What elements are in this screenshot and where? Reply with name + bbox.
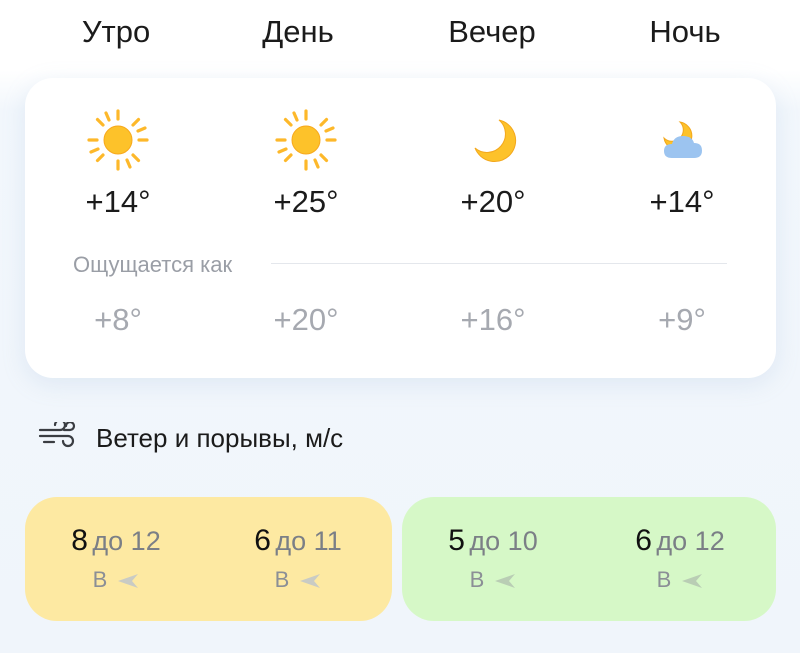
period-label-night: Ночь: [649, 14, 721, 49]
wind-cell-day: 6 до 11 В: [208, 497, 388, 621]
feels-like-label: Ощущается как: [73, 252, 233, 277]
temperature-value: +14°: [649, 184, 715, 219]
temperature-value: +25°: [273, 184, 339, 219]
sun-icon: [86, 108, 150, 172]
wind-icon: [38, 418, 78, 455]
temperature-card: +14° +8° +25° +20° +20° +16° +14° +9° Ощ…: [25, 78, 776, 378]
wind-gust: до 10: [469, 526, 538, 556]
sun-icon: [274, 108, 338, 172]
wind-direction: В: [92, 567, 108, 592]
wind-header: Ветер и порывы, м/с: [38, 418, 343, 458]
wind-direction: В: [656, 567, 672, 592]
moon-icon: [461, 108, 525, 172]
period-label-morning: Утро: [81, 14, 151, 49]
wind-card-calm: 5 до 10 В 6 до 12 В: [402, 497, 776, 621]
feels-like-value: +16°: [460, 302, 526, 337]
wind-cell-morning: 8 до 12 В: [26, 497, 206, 621]
period-header-row: Утро День Вечер Ночь: [0, 14, 800, 58]
wind-speed: 5: [448, 524, 465, 557]
wind-cell-evening: 5 до 10 В: [403, 497, 583, 621]
wind-speed: 8: [71, 524, 88, 557]
period-label-day: День: [262, 14, 334, 49]
wind-gust: до 11: [275, 526, 342, 556]
divider: [271, 263, 727, 264]
wind-gust: до 12: [656, 526, 725, 556]
wind-speed: 6: [254, 524, 271, 557]
period-column-night: +14° +9°: [612, 78, 752, 378]
period-column-evening: +20° +16°: [423, 78, 563, 378]
period-column-morning: +14° +8°: [48, 78, 188, 378]
temperature-value: +20°: [460, 184, 526, 219]
wind-speed: 6: [635, 524, 652, 557]
temperature-value: +14°: [85, 184, 151, 219]
feels-like-value: +20°: [273, 302, 339, 337]
wind-direction-arrow-icon: [484, 567, 516, 592]
wind-direction: В: [469, 567, 485, 592]
period-column-day: +25° +20°: [236, 78, 376, 378]
wind-direction-arrow-icon: [107, 567, 139, 592]
wind-card-moderate: 8 до 12 В 6 до 11 В: [25, 497, 392, 621]
wind-cell-night: 6 до 12 В: [590, 497, 770, 621]
wind-direction-arrow-icon: [289, 567, 321, 592]
wind-direction-arrow-icon: [671, 567, 703, 592]
wind-gust: до 12: [92, 526, 161, 556]
feels-like-value: +9°: [658, 302, 706, 337]
feels-like-value: +8°: [94, 302, 142, 337]
period-label-evening: Вечер: [448, 14, 536, 49]
moon-cloud-icon: [650, 108, 714, 172]
wind-section-title: Ветер и порывы, м/с: [96, 422, 344, 453]
wind-direction: В: [274, 567, 290, 592]
